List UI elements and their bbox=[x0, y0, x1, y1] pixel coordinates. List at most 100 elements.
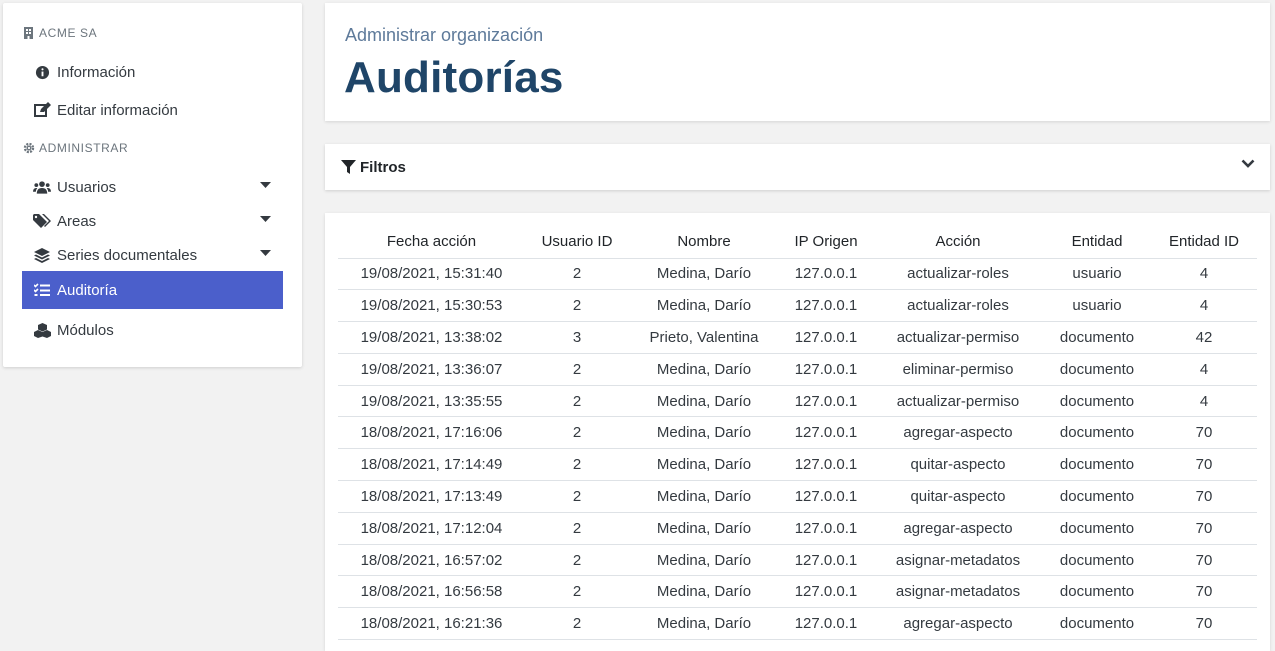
cell-entidad-id: 70 bbox=[1151, 480, 1257, 513]
column-header-accion[interactable]: Acción bbox=[873, 225, 1043, 259]
sidebar-item-label: Series documentales bbox=[57, 246, 198, 264]
column-header-entidad-id[interactable]: Entidad ID bbox=[1151, 225, 1257, 259]
page-subtitle: Administrar organización bbox=[345, 25, 544, 45]
cell-entidad-id: 70 bbox=[1151, 607, 1257, 641]
sidebar-item-label: Auditoría bbox=[57, 281, 118, 299]
chevron-down-icon[interactable] bbox=[1241, 159, 1256, 174]
cell-fecha-accion: 18/08/2021, 17:12:04 bbox=[338, 512, 525, 545]
sidebar-item-label: Información bbox=[57, 63, 136, 81]
cell-entidad-id: 70 bbox=[1151, 544, 1257, 577]
cell-entidad: documento bbox=[1043, 512, 1151, 545]
cell-entidad: usuario bbox=[1043, 258, 1151, 291]
cell-ip-origen: 127.0.0.1 bbox=[779, 385, 873, 418]
table-row[interactable]: 18/08/2021, 16:56:58 2 Medina, Darío 127.0.… bbox=[338, 575, 1257, 609]
cell-entidad-id: 70 bbox=[1151, 575, 1257, 609]
layers-icon bbox=[33, 247, 51, 263]
cell-usuario-id: 2 bbox=[525, 289, 629, 323]
filters-panel-toggle[interactable]: Filtros bbox=[325, 144, 1270, 190]
cell-usuario-id: 2 bbox=[525, 385, 629, 418]
caret-down-icon[interactable] bbox=[260, 249, 272, 261]
cell-accion: quitar-aspecto bbox=[873, 480, 1043, 513]
caret-down-icon[interactable] bbox=[260, 215, 272, 227]
table-header-row: Fecha acción Usuario ID Nombre IP Origen… bbox=[338, 225, 1257, 259]
tags-icon bbox=[33, 213, 51, 229]
table-row[interactable]: 18/08/2021, 17:14:49 2 Medina, Darío 127.0.… bbox=[338, 448, 1257, 482]
cell-usuario-id: 2 bbox=[525, 258, 629, 291]
sidebar-item-editar-informacion[interactable]: Editar información bbox=[22, 91, 283, 129]
admin-heading-label: ADMINISTRAR bbox=[39, 141, 129, 155]
cell-entidad-id: 42 bbox=[1151, 321, 1257, 354]
table-body: 19/08/2021, 15:31:40 2 Medina, Darío 127.0.… bbox=[338, 258, 1257, 641]
cell-entidad: documento bbox=[1043, 544, 1151, 577]
cell-accion: quitar-aspecto bbox=[873, 448, 1043, 482]
column-header-usuario-id[interactable]: Usuario ID bbox=[525, 225, 629, 259]
cell-ip-origen: 127.0.0.1 bbox=[779, 575, 873, 609]
sidebar-item-informacion[interactable]: Información bbox=[22, 53, 283, 91]
cell-entidad: documento bbox=[1043, 385, 1151, 418]
cell-fecha-accion: 18/08/2021, 17:14:49 bbox=[338, 448, 525, 482]
cell-accion: actualizar-roles bbox=[873, 289, 1043, 323]
caret-down-icon[interactable] bbox=[260, 181, 272, 193]
cell-entidad-id: 4 bbox=[1151, 258, 1257, 291]
cell-entidad-id: 4 bbox=[1151, 353, 1257, 386]
admin-heading: ADMINISTRAR bbox=[23, 141, 128, 155]
cell-nombre: Medina, Darío bbox=[629, 512, 779, 545]
column-header-entidad[interactable]: Entidad bbox=[1043, 225, 1151, 259]
cell-fecha-accion: 19/08/2021, 13:38:02 bbox=[338, 321, 525, 354]
audit-table-card: Fecha acción Usuario ID Nombre IP Origen… bbox=[325, 213, 1270, 651]
sidebar-item-areas[interactable]: Areas bbox=[22, 202, 283, 240]
cell-entidad: documento bbox=[1043, 448, 1151, 482]
cell-nombre: Prieto, Valentina bbox=[629, 321, 779, 354]
users-icon bbox=[33, 179, 51, 195]
cell-ip-origen: 127.0.0.1 bbox=[779, 289, 873, 323]
cell-entidad: documento bbox=[1043, 353, 1151, 386]
column-header-ip-origen[interactable]: IP Origen bbox=[779, 225, 873, 259]
table-row[interactable]: 18/08/2021, 17:12:04 2 Medina, Darío 127.0.… bbox=[338, 512, 1257, 545]
filter-icon bbox=[341, 159, 356, 175]
cell-entidad-id: 4 bbox=[1151, 385, 1257, 418]
sidebar-item-label: Areas bbox=[57, 212, 97, 230]
table-row[interactable]: 19/08/2021, 15:31:40 2 Medina, Darío 127.0.… bbox=[338, 258, 1257, 291]
cell-entidad: documento bbox=[1043, 416, 1151, 450]
cell-nombre: Medina, Darío bbox=[629, 353, 779, 386]
table-row[interactable]: 18/08/2021, 17:13:49 2 Medina, Darío 127.0.… bbox=[338, 480, 1257, 513]
column-header-fecha-accion[interactable]: Fecha acción bbox=[338, 225, 525, 259]
table-row[interactable]: 18/08/2021, 16:57:02 2 Medina, Darío 127.0.… bbox=[338, 544, 1257, 577]
info-circle-icon bbox=[33, 64, 51, 80]
sidebar-item-series-documentales[interactable]: Series documentales bbox=[22, 236, 283, 274]
tasks-icon bbox=[33, 282, 51, 298]
cell-entidad-id: 70 bbox=[1151, 448, 1257, 482]
audit-table: Fecha acción Usuario ID Nombre IP Origen… bbox=[338, 225, 1257, 641]
table-row[interactable]: 19/08/2021, 13:36:07 2 Medina, Darío 127.0.… bbox=[338, 353, 1257, 386]
cell-nombre: Medina, Darío bbox=[629, 544, 779, 577]
cell-ip-origen: 127.0.0.1 bbox=[779, 321, 873, 354]
sidebar-item-auditoria[interactable]: Auditoría bbox=[22, 271, 283, 309]
cell-accion: actualizar-roles bbox=[873, 258, 1043, 291]
table-row[interactable]: 19/08/2021, 15:30:53 2 Medina, Darío 127.0.… bbox=[338, 289, 1257, 323]
sidebar-item-modulos[interactable]: Módulos bbox=[22, 311, 283, 349]
cell-accion: eliminar-permiso bbox=[873, 353, 1043, 386]
table-row[interactable]: 18/08/2021, 17:16:06 2 Medina, Darío 127.0.… bbox=[338, 416, 1257, 450]
cell-fecha-accion: 18/08/2021, 16:57:02 bbox=[338, 544, 525, 577]
cell-accion: actualizar-permiso bbox=[873, 385, 1043, 418]
cell-usuario-id: 2 bbox=[525, 353, 629, 386]
table-row[interactable]: 19/08/2021, 13:35:55 2 Medina, Darío 127.0.… bbox=[338, 385, 1257, 418]
table-row[interactable]: 19/08/2021, 13:38:02 3 Prieto, Valentina 12… bbox=[338, 321, 1257, 354]
edit-icon bbox=[33, 102, 51, 118]
column-header-nombre[interactable]: Nombre bbox=[629, 225, 779, 259]
cell-usuario-id: 2 bbox=[525, 575, 629, 609]
cell-accion: agregar-aspecto bbox=[873, 607, 1043, 641]
cell-usuario-id: 3 bbox=[525, 321, 629, 354]
cell-usuario-id: 2 bbox=[525, 448, 629, 482]
sidebar-item-label: Usuarios bbox=[57, 178, 117, 196]
cell-entidad: documento bbox=[1043, 480, 1151, 513]
cell-ip-origen: 127.0.0.1 bbox=[779, 353, 873, 386]
cell-nombre: Medina, Darío bbox=[629, 258, 779, 291]
sidebar-item-usuarios[interactable]: Usuarios bbox=[22, 168, 283, 206]
cell-accion: agregar-aspecto bbox=[873, 416, 1043, 450]
cell-nombre: Medina, Darío bbox=[629, 480, 779, 513]
org-heading: ACME SA bbox=[23, 26, 97, 40]
cell-nombre: Medina, Darío bbox=[629, 416, 779, 450]
table-row[interactable]: 18/08/2021, 16:21:36 2 Medina, Darío 127.0.… bbox=[338, 607, 1257, 641]
cell-ip-origen: 127.0.0.1 bbox=[779, 448, 873, 482]
